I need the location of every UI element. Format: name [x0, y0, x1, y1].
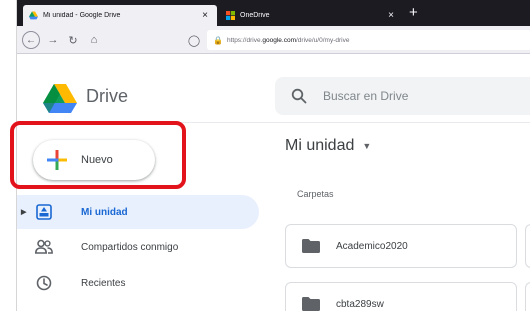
browser-window: Mi unidad - Google Drive × OneDrive × + …: [10, 0, 530, 311]
tab-google-drive[interactable]: Mi unidad - Google Drive ×: [23, 5, 217, 26]
sidebar-item-mi-unidad[interactable]: ▶ Mi unidad: [17, 195, 259, 229]
red-highlight-box: [10, 121, 186, 189]
clock-icon: [35, 274, 53, 292]
close-icon[interactable]: ×: [199, 10, 211, 21]
reload-icon[interactable]: ↻: [64, 31, 82, 49]
google-drive-favicon-icon: [29, 11, 38, 20]
page-title[interactable]: Mi unidad ▼: [285, 137, 371, 155]
folder-card[interactable]: Academico2020: [285, 224, 517, 268]
tab-label: Mi unidad - Google Drive: [43, 12, 121, 19]
close-icon[interactable]: ×: [385, 10, 397, 21]
folder-card-partial[interactable]: [525, 282, 530, 311]
address-bar[interactable]: 🔒 https://drive. google.com/drive/u/0/my-…: [207, 30, 530, 50]
search-input[interactable]: [323, 89, 503, 103]
onedrive-favicon-icon: [226, 11, 235, 20]
url-domain: google.com: [262, 36, 296, 44]
expand-caret-icon[interactable]: ▶: [21, 208, 35, 216]
url-prefix: https://drive.: [226, 36, 263, 44]
page-title-text: Mi unidad: [285, 137, 355, 154]
folder-name: Academico2020: [336, 240, 408, 252]
lock-icon[interactable]: 🔒: [213, 36, 223, 45]
tab-bar: Mi unidad - Google Drive × OneDrive × +: [17, 0, 530, 26]
folder-icon: [302, 297, 320, 311]
sidebar-item-recientes[interactable]: Recientes: [17, 266, 125, 300]
folder-icon: [302, 239, 320, 253]
navigation-toolbar: ← → ↻ ⌂ ◯ 🔒 https://drive. google.com/dri…: [17, 26, 530, 54]
shield-icon[interactable]: ◯: [185, 31, 203, 49]
chevron-down-icon[interactable]: ▼: [362, 141, 371, 151]
new-tab-button[interactable]: +: [409, 4, 418, 21]
shared-people-icon: [35, 238, 53, 256]
search-bar[interactable]: [275, 77, 530, 115]
folder-card[interactable]: cbta289sw: [285, 282, 517, 311]
folder-name: cbta289sw: [336, 298, 384, 310]
sidebar-item-label: Compartidos conmigo: [81, 241, 179, 253]
tab-onedrive[interactable]: OneDrive ×: [220, 5, 403, 26]
section-label-folders: Carpetas: [297, 189, 334, 199]
app-title: Drive: [86, 86, 129, 106]
search-icon[interactable]: [291, 88, 307, 104]
sidebar-item-label: Recientes: [81, 277, 126, 289]
tab-label: OneDrive: [240, 12, 270, 19]
url-path: /drive/u/0/my-drive: [295, 36, 350, 44]
home-icon[interactable]: ⌂: [85, 31, 103, 49]
back-arrow-icon[interactable]: ←: [22, 31, 40, 49]
forward-arrow-icon[interactable]: →: [44, 31, 62, 49]
sidebar-item-label: Mi unidad: [81, 206, 128, 218]
google-drive-logo-icon: [43, 84, 77, 113]
sidebar-item-compartidos[interactable]: Compartidos conmigo: [17, 230, 178, 264]
my-drive-icon: [35, 203, 53, 221]
folder-card-partial[interactable]: [525, 224, 530, 268]
